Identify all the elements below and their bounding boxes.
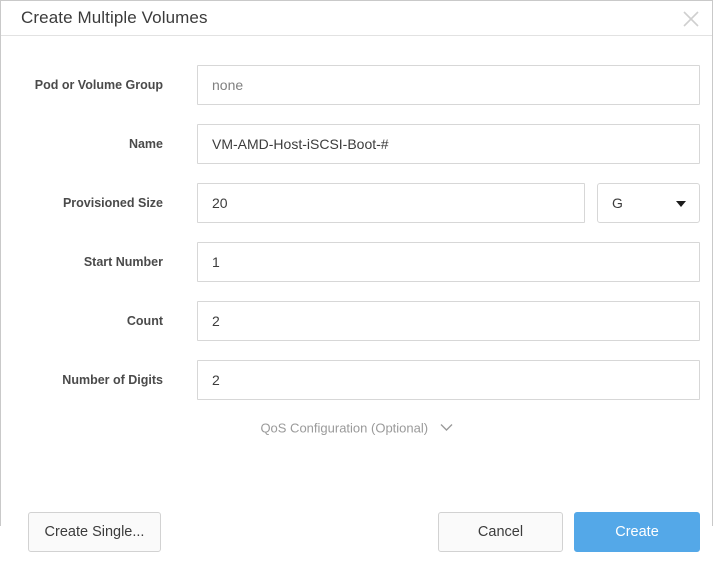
label-number-of-digits: Number of Digits: [62, 373, 163, 387]
dialog-form: Pod or Volume Group Name Provisioned Siz…: [1, 37, 712, 552]
pod-or-volume-group-input[interactable]: [197, 65, 700, 105]
dialog-footer: Create Single... Cancel Create: [1, 475, 712, 562]
row-start-number: Start Number: [1, 242, 712, 282]
count-input[interactable]: [197, 301, 700, 341]
size-unit-dropdown[interactable]: G: [597, 183, 700, 223]
row-number-of-digits: Number of Digits: [1, 360, 712, 400]
create-button[interactable]: Create: [574, 512, 700, 552]
label-start-number: Start Number: [83, 255, 163, 269]
label-provisioned-size: Provisioned Size: [62, 196, 163, 210]
create-single-button[interactable]: Create Single...: [28, 512, 161, 552]
row-count: Count: [1, 301, 712, 341]
dialog-title: Create Multiple Volumes: [21, 8, 208, 27]
row-provisioned-size: Provisioned Size G: [1, 183, 712, 223]
row-pod-or-volume-group: Pod or Volume Group: [1, 65, 712, 105]
chevron-down-icon: [676, 201, 686, 207]
row-name: Name: [1, 124, 712, 164]
label-count: Count: [126, 314, 163, 328]
number-of-digits-input[interactable]: [197, 360, 700, 400]
size-unit-value: G: [612, 195, 623, 211]
create-multiple-volumes-dialog: Create Multiple Volumes Pod or Volume Gr…: [0, 0, 713, 552]
label-name: Name: [128, 137, 163, 151]
qos-configuration-label: QoS Configuration (Optional): [260, 420, 429, 436]
start-number-input[interactable]: [197, 242, 700, 282]
qos-configuration-toggle[interactable]: QoS Configuration (Optional): [1, 419, 712, 437]
provisioned-size-input[interactable]: [197, 183, 585, 223]
cancel-button[interactable]: Cancel: [438, 512, 563, 552]
dialog-titlebar: Create Multiple Volumes: [1, 1, 712, 36]
name-input[interactable]: [197, 124, 700, 164]
label-pod-or-volume-group: Pod or Volume Group: [34, 78, 163, 92]
chevron-down-icon: [440, 419, 453, 437]
close-icon[interactable]: [679, 7, 703, 31]
